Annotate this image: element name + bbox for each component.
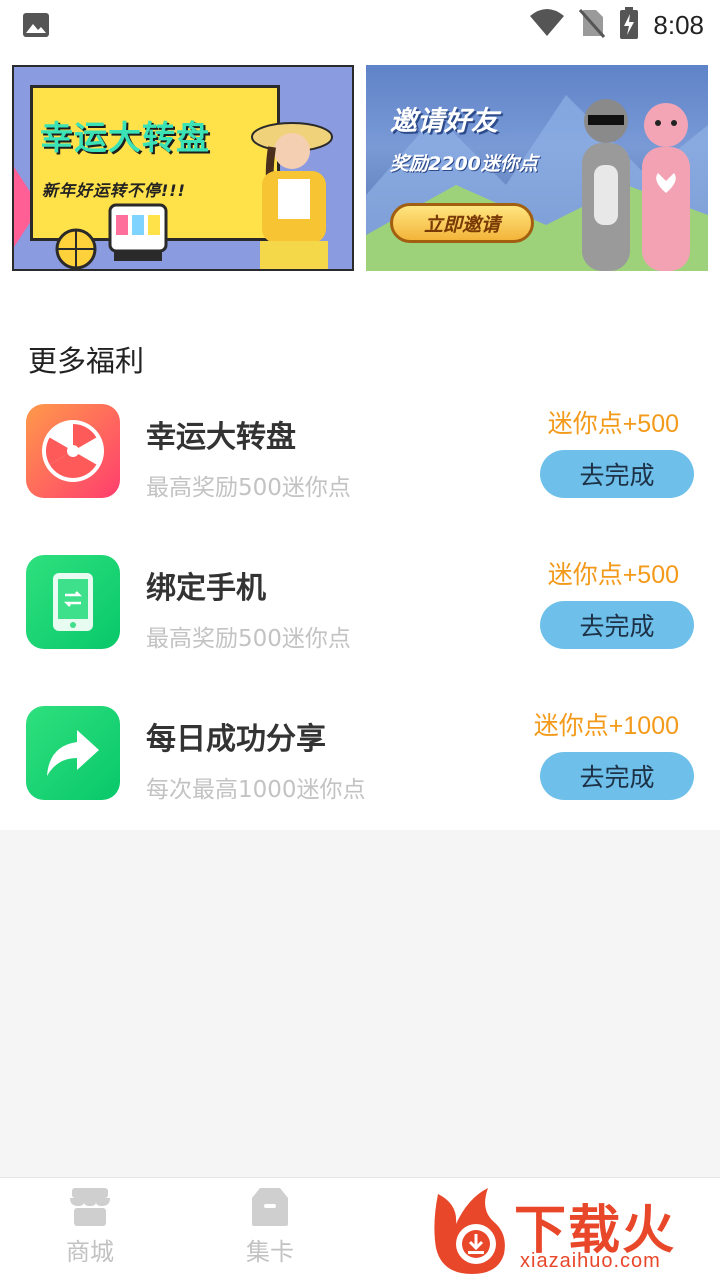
nav-item-store[interactable]: 商城 bbox=[40, 1186, 140, 1267]
image-icon bbox=[22, 12, 50, 42]
go-complete-button[interactable]: 去完成 bbox=[540, 601, 694, 649]
task-desc: 最高奖励500迷你点 bbox=[146, 626, 351, 652]
clock: 8:08 bbox=[653, 9, 704, 40]
task-reward: 迷你点+1000 bbox=[533, 712, 679, 740]
invite-now-button[interactable]: 立即邀请 bbox=[390, 203, 534, 243]
task-name: 幸运大转盘 bbox=[146, 420, 296, 455]
phone-bind-icon[interactable] bbox=[26, 555, 120, 649]
banner-invite-friends[interactable]: 邀请好友 奖励2200迷你点 立即邀请 bbox=[366, 65, 708, 271]
slot-machine-icon bbox=[108, 203, 168, 261]
task-reward: 迷你点+500 bbox=[547, 410, 679, 438]
lucky-wheel-icon[interactable] bbox=[26, 404, 120, 498]
section-title: 更多福利 bbox=[28, 344, 145, 378]
lemon-icon bbox=[55, 228, 97, 269]
banner-title: 邀请好友 bbox=[390, 106, 498, 137]
task-name: 绑定手机 bbox=[146, 571, 266, 606]
character-illustration bbox=[251, 122, 333, 269]
task-item-lucky-wheel: 幸运大转盘 最高奖励500迷你点 迷你点+500 去完成 bbox=[0, 404, 720, 514]
go-complete-button[interactable]: 去完成 bbox=[540, 752, 694, 800]
store-icon bbox=[70, 1188, 110, 1226]
main-content: 幸运大转盘 新年好运转不停!!! 邀请好友 奖励2200迷你点 立即邀请 更多福… bbox=[0, 50, 720, 830]
no-sim-icon bbox=[579, 8, 606, 42]
banner-title: 幸运大转盘 bbox=[40, 118, 210, 157]
task-desc: 最高奖励500迷你点 bbox=[146, 475, 351, 501]
card-box-icon bbox=[252, 1188, 288, 1226]
watermark-url: xiazaihuo.com bbox=[520, 1250, 661, 1272]
watermark: 下载火 xiazaihuo.com bbox=[428, 1182, 718, 1278]
battery-charging-icon bbox=[619, 7, 639, 43]
nav-label: 集卡 bbox=[246, 1238, 294, 1266]
banner-subtitle: 奖励2200迷你点 bbox=[390, 153, 538, 175]
task-desc: 每次最高1000迷你点 bbox=[146, 777, 366, 803]
status-bar: 8:08 bbox=[0, 0, 720, 50]
task-reward: 迷你点+500 bbox=[547, 561, 679, 589]
flame-logo-icon bbox=[434, 1188, 505, 1274]
wifi-icon bbox=[529, 8, 565, 42]
go-complete-button[interactable]: 去完成 bbox=[540, 450, 694, 498]
nav-item-collect-cards[interactable]: 集卡 bbox=[220, 1186, 320, 1267]
bear-characters-illustration bbox=[582, 99, 690, 271]
nav-label: 商城 bbox=[66, 1238, 114, 1266]
task-item-bind-phone: 绑定手机 最高奖励500迷你点 迷你点+500 去完成 bbox=[0, 555, 720, 665]
banner-subtitle: 新年好运转不停!!! bbox=[42, 181, 186, 200]
share-icon[interactable] bbox=[26, 706, 120, 800]
task-name: 每日成功分享 bbox=[146, 722, 326, 757]
banner-lucky-wheel[interactable]: 幸运大转盘 新年好运转不停!!! bbox=[12, 65, 354, 271]
task-item-daily-share: 每日成功分享 每次最高1000迷你点 迷你点+1000 去完成 bbox=[0, 706, 720, 816]
